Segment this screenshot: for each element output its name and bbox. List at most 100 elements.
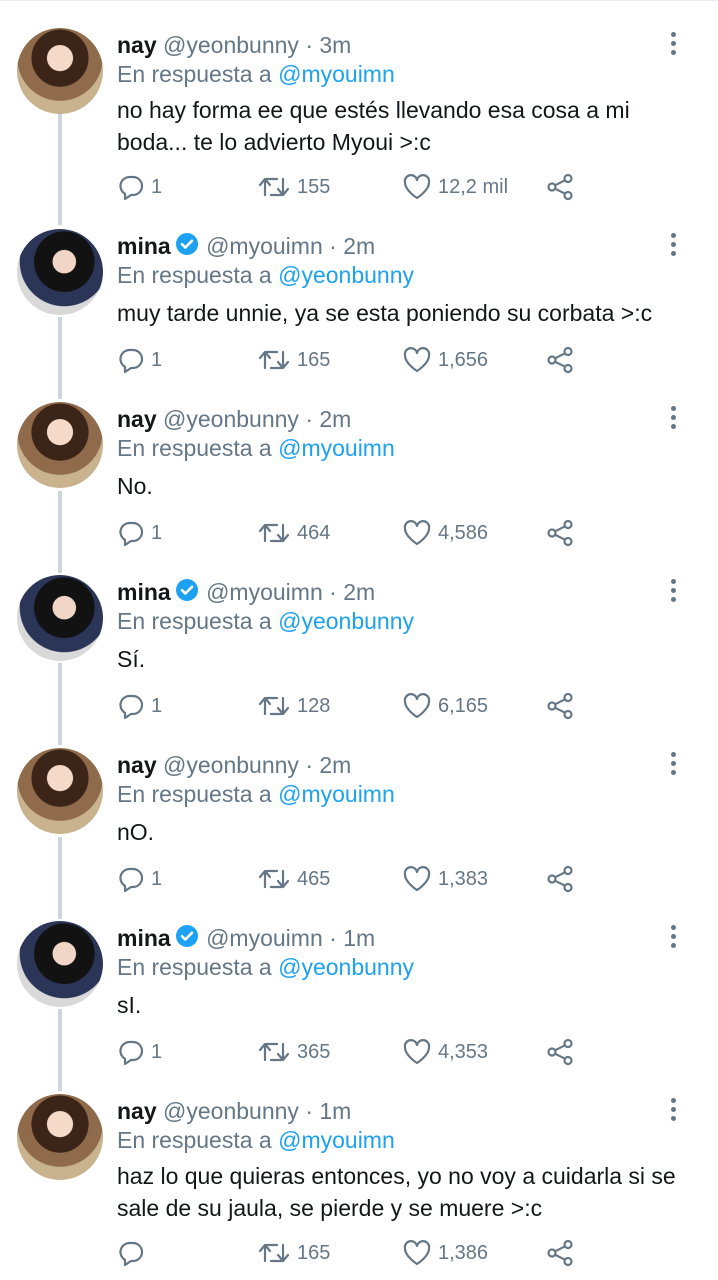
reply-count: 1 — [151, 175, 163, 198]
tweet-header: nay @yeonbunny · 3m — [117, 30, 351, 60]
reply-mention-link[interactable]: @myouimn — [278, 61, 395, 87]
tweet-text: haz lo que quieras entonces, yo no voy a… — [117, 1163, 676, 1221]
timestamp[interactable]: 2m — [319, 752, 351, 778]
reply-button[interactable]: 1 — [117, 1037, 162, 1067]
display-name[interactable]: mina — [117, 925, 171, 951]
thread-line — [58, 663, 62, 745]
share-button[interactable] — [545, 518, 575, 548]
share-button[interactable] — [545, 691, 575, 721]
avatar[interactable] — [17, 748, 103, 834]
retweet-count: 128 — [297, 694, 331, 717]
retweet-icon — [258, 869, 290, 889]
heart-icon — [403, 520, 431, 546]
tweet-header: mina @myouimn · 1m — [117, 923, 375, 953]
reply-mention-link[interactable]: @yeonbunny — [278, 608, 414, 634]
reply-button[interactable]: 1 — [117, 345, 162, 375]
reply-context: En respuesta a @yeonbunny — [117, 260, 414, 290]
avatar[interactable] — [17, 575, 103, 661]
user-handle[interactable]: @yeonbunny — [163, 32, 299, 58]
display-name[interactable]: mina — [117, 579, 171, 605]
display-name[interactable]: nay — [117, 32, 157, 58]
retweet-button[interactable]: 128 — [257, 691, 330, 721]
user-handle[interactable]: @yeonbunny — [163, 1098, 299, 1124]
timestamp[interactable]: 2m — [343, 233, 375, 259]
verified-badge-icon — [175, 925, 198, 947]
more-options-icon[interactable] — [664, 231, 682, 257]
avatar[interactable] — [17, 402, 103, 488]
separator-dot: · — [305, 752, 313, 778]
reply-mention-link[interactable]: @myouimn — [278, 435, 395, 461]
reply-mention-link[interactable]: @yeonbunny — [278, 954, 414, 980]
retweet-count: 155 — [297, 175, 331, 198]
share-button[interactable] — [545, 864, 575, 894]
more-options-icon[interactable] — [664, 577, 682, 603]
like-button[interactable]: 1,383 — [402, 864, 488, 894]
reply-context: En respuesta a @myouimn — [117, 1125, 395, 1155]
display-name[interactable]: nay — [117, 1098, 157, 1124]
display-name[interactable]: mina — [117, 233, 171, 259]
avatar[interactable] — [17, 229, 103, 315]
reply-button[interactable]: 1 — [117, 518, 162, 548]
separator-dot: · — [329, 579, 337, 605]
reply-mention-link[interactable]: @yeonbunny — [278, 262, 414, 288]
user-handle[interactable]: @myouimn — [206, 579, 323, 605]
display-name[interactable]: nay — [117, 752, 157, 778]
timestamp[interactable]: 1m — [343, 925, 375, 951]
more-options-icon[interactable] — [664, 750, 682, 776]
user-handle[interactable]: @yeonbunny — [163, 752, 299, 778]
reply-button[interactable] — [117, 1238, 151, 1268]
like-count: 6,165 — [438, 694, 489, 717]
verified-badge-icon — [175, 233, 198, 255]
reply-button[interactable]: 1 — [117, 691, 162, 721]
timestamp[interactable]: 1m — [319, 1098, 351, 1124]
separator-dot: · — [329, 925, 337, 951]
share-button[interactable] — [545, 1037, 575, 1067]
reply-icon — [119, 1241, 144, 1267]
reply-prefix: En respuesta a — [117, 608, 272, 634]
heart-icon — [403, 1039, 431, 1065]
more-options-icon[interactable] — [664, 404, 682, 430]
retweet-button[interactable]: 165 — [257, 345, 330, 375]
more-options-icon[interactable] — [664, 1096, 682, 1122]
user-handle[interactable]: @myouimn — [206, 233, 323, 259]
separator-dot: · — [329, 233, 337, 259]
share-button[interactable] — [545, 345, 575, 375]
timestamp[interactable]: 3m — [319, 32, 351, 58]
reply-count: 1 — [151, 348, 163, 371]
user-handle[interactable]: @myouimn — [206, 925, 323, 951]
share-icon — [547, 1038, 573, 1066]
more-options-icon[interactable] — [664, 30, 682, 56]
reply-mention-link[interactable]: @myouimn — [278, 1127, 395, 1153]
avatar[interactable] — [17, 1094, 103, 1180]
retweet-button[interactable]: 365 — [257, 1037, 330, 1067]
like-button[interactable]: 4,353 — [402, 1037, 488, 1067]
share-button[interactable] — [545, 172, 575, 202]
retweet-button[interactable]: 155 — [257, 172, 330, 202]
like-button[interactable]: 6,165 — [402, 691, 488, 721]
reply-button[interactable]: 1 — [117, 864, 162, 894]
heart-icon — [403, 866, 431, 892]
retweet-button[interactable]: 165 — [257, 1238, 330, 1268]
verified-badge-icon — [175, 579, 198, 601]
reply-button[interactable]: 1 — [117, 172, 162, 202]
user-handle[interactable]: @yeonbunny — [163, 406, 299, 432]
avatar[interactable] — [17, 921, 103, 1007]
timestamp[interactable]: 2m — [343, 579, 375, 605]
share-button[interactable] — [545, 1238, 575, 1268]
reply-prefix: En respuesta a — [117, 781, 272, 807]
retweet-icon — [258, 696, 290, 716]
display-name[interactable]: nay — [117, 406, 157, 432]
like-button[interactable]: 4,586 — [402, 518, 488, 548]
tweet-header: nay @yeonbunny · 2m — [117, 404, 351, 434]
retweet-button[interactable]: 465 — [257, 864, 330, 894]
like-button[interactable]: 12,2 mil — [402, 172, 508, 202]
reply-mention-link[interactable]: @myouimn — [278, 781, 395, 807]
tweet-actions: 1 155 12,2 mil — [117, 172, 597, 202]
tweet-thread: nay @yeonbunny · 3m En respuesta a @myou… — [0, 0, 718, 1280]
like-button[interactable]: 1,656 — [402, 345, 488, 375]
more-options-icon[interactable] — [664, 923, 682, 949]
retweet-button[interactable]: 464 — [257, 518, 330, 548]
like-button[interactable]: 1,386 — [402, 1238, 488, 1268]
avatar[interactable] — [17, 28, 103, 114]
timestamp[interactable]: 2m — [319, 406, 351, 432]
